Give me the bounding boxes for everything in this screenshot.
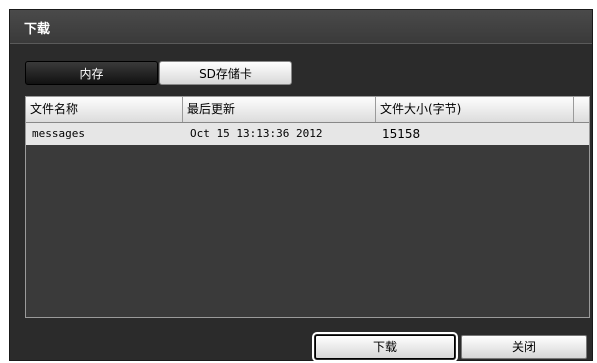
column-header-spacer: [574, 97, 589, 122]
tab-sd-card[interactable]: SD存储卡: [159, 61, 292, 85]
download-dialog: 下载 内存 SD存储卡 文件名称 最后更新 文件大小(字节) messages …: [9, 9, 593, 362]
cell-last-modified: Oct 15 13:13:36 2012: [190, 127, 323, 140]
table-row[interactable]: messages Oct 15 13:13:36 2012 15158: [26, 123, 589, 145]
column-header-last-modified[interactable]: 最后更新: [183, 97, 376, 122]
cell-file-size: 15158: [382, 127, 421, 141]
file-table: 文件名称 最后更新 文件大小(字节) messages Oct 15 13:13…: [25, 96, 590, 318]
tab-memory[interactable]: 内存: [25, 61, 158, 85]
cell-filename: messages: [32, 127, 85, 140]
table-header: 文件名称 最后更新 文件大小(字节): [26, 97, 589, 123]
download-button[interactable]: 下载: [312, 332, 458, 362]
close-button[interactable]: 关闭: [461, 335, 587, 359]
dialog-titlebar: 下载: [10, 10, 592, 44]
dialog-title: 下载: [24, 22, 51, 37]
column-header-file-size[interactable]: 文件大小(字节): [376, 97, 574, 122]
column-header-filename[interactable]: 文件名称: [26, 97, 183, 122]
